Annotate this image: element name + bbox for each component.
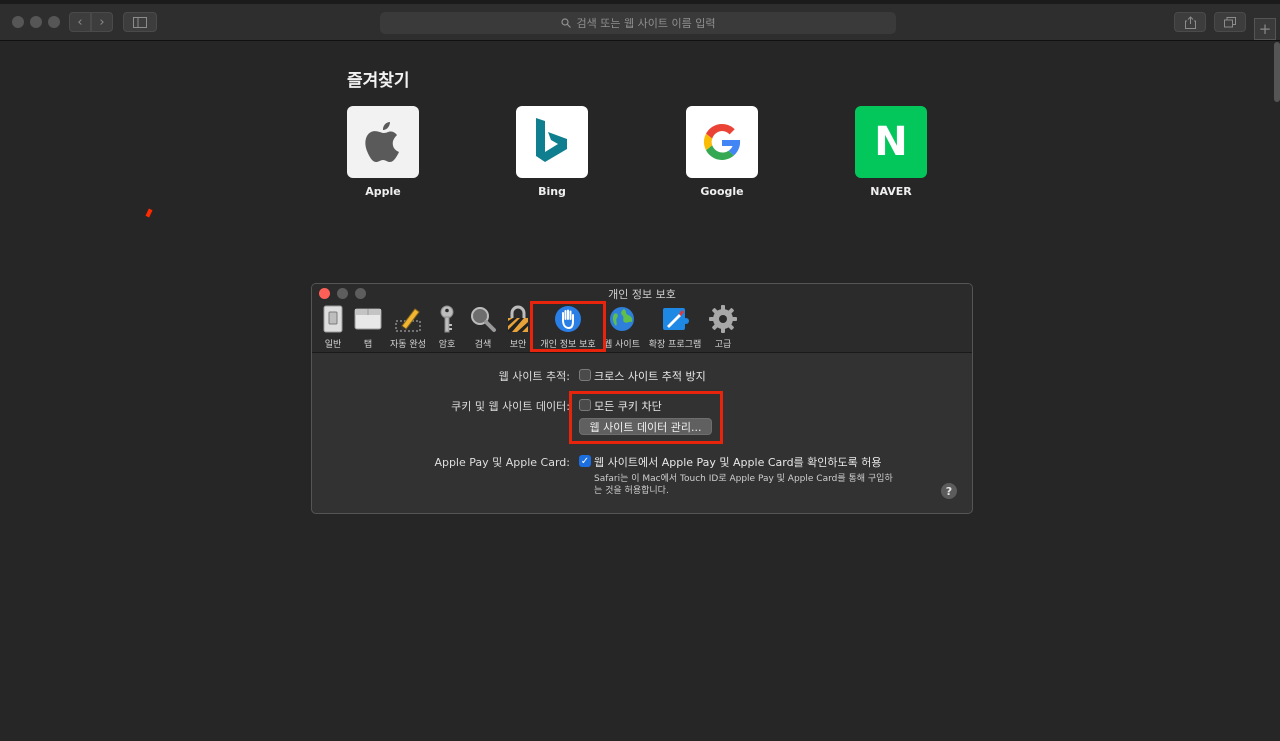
preferences-title: 개인 정보 보호	[608, 288, 676, 301]
highlight-cookies-section	[569, 391, 723, 444]
page-scrollbar[interactable]	[1274, 42, 1280, 102]
share-icon	[1184, 15, 1196, 29]
favorite-label: Bing	[538, 185, 566, 198]
chevron-right-icon: ›	[99, 14, 105, 30]
naver-logo-icon: N	[855, 106, 927, 178]
share-button[interactable]	[1174, 12, 1206, 32]
google-logo-icon	[686, 106, 758, 178]
tab-overview-button[interactable]	[1214, 12, 1246, 32]
menu-bar-strip	[0, 0, 1280, 4]
pencil-icon	[393, 304, 423, 334]
search-icon	[560, 18, 571, 28]
highlight-privacy-tab	[530, 301, 606, 352]
tracking-option-text: 크로스 사이트 추적 방지	[594, 370, 706, 383]
safari-toolbar: ‹ › 검색 또는 웹 사이트 이름 입력 +	[0, 0, 1280, 41]
privacy-preferences-window: 개인 정보 보호 일반 탭 자동 완성 암호 검색 보안 개인 정보 보호 웹 …	[311, 283, 973, 514]
globe-icon	[607, 304, 637, 334]
cookies-label: 쿠키 및 웹 사이트 데이터:	[451, 400, 570, 413]
applepay-label: Apple Pay 및 Apple Card:	[434, 456, 570, 469]
tabs-icon	[353, 304, 383, 334]
close-window-button[interactable]	[12, 16, 24, 28]
gear-icon	[708, 304, 738, 334]
favorite-google[interactable]: Google	[662, 106, 782, 198]
cursor-mark	[145, 208, 153, 218]
sidebar-button[interactable]	[123, 12, 157, 32]
prevent-cross-site-tracking-checkbox[interactable]	[579, 369, 591, 381]
address-placeholder: 검색 또는 웹 사이트 이름 입력	[576, 17, 716, 30]
forward-button[interactable]: ›	[91, 12, 113, 32]
puzzle-icon	[660, 304, 690, 334]
favorite-label: NAVER	[870, 185, 912, 198]
favorite-naver[interactable]: N NAVER	[831, 106, 951, 198]
sidebar-icon	[133, 16, 147, 28]
favorites-title: 즐겨찾기	[347, 71, 410, 91]
apple-logo-icon	[347, 106, 419, 178]
tracking-label: 웹 사이트 추적:	[498, 370, 570, 383]
favorite-label: Apple	[365, 185, 401, 198]
padlock-icon	[503, 304, 533, 334]
favorite-bing[interactable]: Bing	[492, 106, 612, 198]
help-button[interactable]: ?	[941, 483, 957, 499]
minimize-window-button[interactable]	[30, 16, 42, 28]
zoom-window-button[interactable]	[48, 16, 60, 28]
back-button[interactable]: ‹	[69, 12, 91, 32]
preferences-toolbar: 개인 정보 보호 일반 탭 자동 완성 암호 검색 보안 개인 정보 보호 웹 …	[312, 284, 972, 353]
tab-overview-icon	[1224, 16, 1236, 27]
plus-icon: +	[1258, 20, 1272, 38]
favorite-apple[interactable]: Apple	[323, 106, 443, 198]
tab-label: 고급	[714, 340, 732, 350]
applepay-option-text: 웹 사이트에서 Apple Pay 및 Apple Card를 확인하도록 허용	[594, 456, 882, 469]
tab-advanced[interactable]: 고급	[696, 304, 750, 350]
checkmark-icon: ✓	[580, 456, 590, 467]
applepay-checkbox[interactable]: ✓	[579, 455, 591, 467]
chevron-left-icon: ‹	[77, 14, 83, 30]
favorite-label: Google	[700, 185, 744, 198]
bing-logo-icon	[516, 106, 588, 178]
address-bar[interactable]: 검색 또는 웹 사이트 이름 입력	[380, 12, 896, 34]
applepay-note: Safari는 이 Mac에서 Touch ID로 Apple Pay 및 Ap…	[594, 474, 893, 496]
new-tab-button[interactable]: +	[1254, 18, 1276, 40]
